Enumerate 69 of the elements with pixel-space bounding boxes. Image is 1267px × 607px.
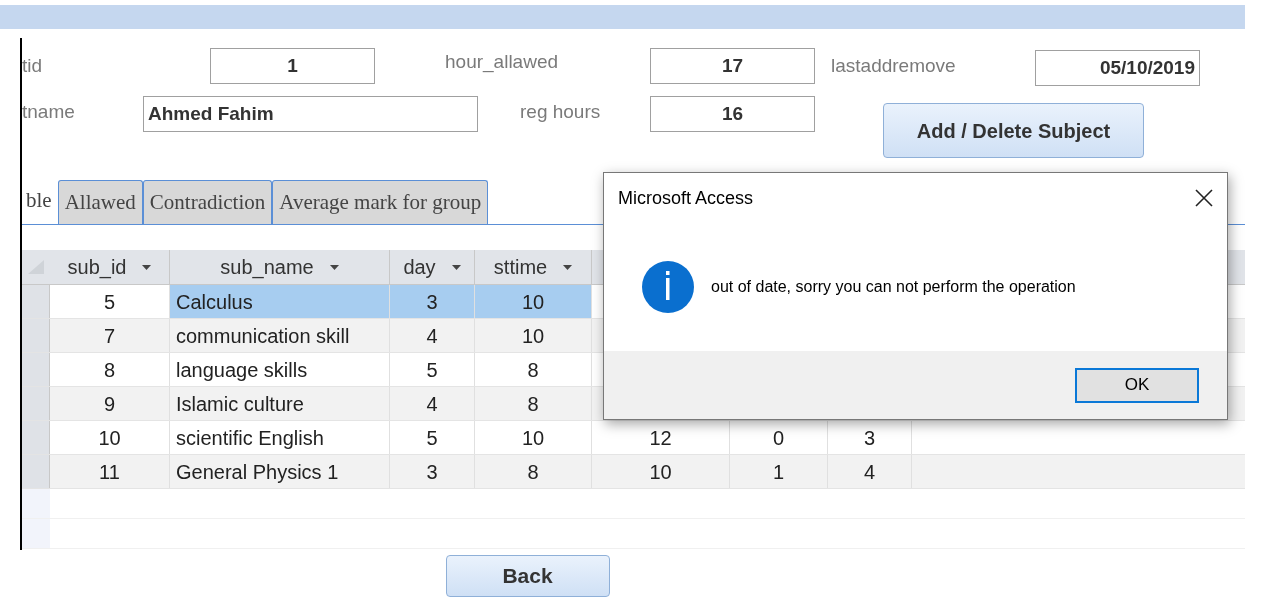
table-cell: 10 [475, 285, 592, 318]
text-field[interactable]: 17 [650, 48, 815, 84]
table-cell: communication skill [170, 319, 390, 352]
column-title: sub_id [67, 255, 127, 281]
table-cell: General Physics 1 [170, 455, 390, 488]
column-title: day [403, 255, 436, 280]
field-label: tname [22, 100, 76, 124]
dropdown-arrow-icon[interactable] [142, 264, 152, 270]
table-cell: 5 [390, 421, 475, 454]
table-cell: language skills [170, 353, 390, 386]
text-field[interactable]: 1 [210, 48, 375, 84]
table-cell: Calculus [170, 285, 390, 318]
table-cell: 11 [50, 455, 170, 488]
column-header[interactable]: sttime [475, 250, 592, 284]
table-cell: scientific English [170, 421, 390, 454]
column-title: sttime [493, 255, 548, 280]
row-selector[interactable] [22, 319, 50, 352]
row-selector[interactable] [22, 421, 50, 454]
table-cell: 3 [828, 421, 912, 454]
row-selector[interactable] [22, 489, 50, 518]
text-field[interactable]: Ahmed Fahim [143, 96, 478, 132]
dropdown-arrow-icon[interactable] [451, 264, 461, 270]
column-title: sub_name [220, 255, 314, 281]
add-delete-subject-button[interactable]: Add / Delete Subject [883, 103, 1144, 158]
table-cell: 1 [730, 455, 828, 488]
text-field[interactable]: 05/10/2019 [1035, 50, 1200, 86]
tab[interactable]: Allawed [57, 180, 143, 224]
table-cell: 8 [475, 353, 592, 386]
table-cell: 10 [475, 421, 592, 454]
column-header[interactable]: sub_id [50, 250, 170, 284]
table-cell: 8 [475, 455, 592, 488]
field-label: reg hours [520, 100, 602, 124]
table-cell: 7 [50, 319, 170, 352]
ok-button[interactable]: OK [1075, 367, 1199, 403]
row-selector[interactable] [22, 285, 50, 318]
row-selector[interactable] [22, 353, 50, 386]
table-cell: 3 [390, 285, 475, 318]
tab[interactable]: Contradiction [142, 180, 273, 224]
field-label: lastaddremove [831, 54, 957, 78]
table-cell: 5 [390, 353, 475, 386]
tab[interactable]: Average mark for group [272, 180, 489, 224]
table-cell: 10 [475, 319, 592, 352]
info-icon [642, 261, 694, 313]
row-selector[interactable] [22, 455, 50, 488]
row-selector[interactable] [22, 387, 50, 420]
table-cell: 0 [730, 421, 828, 454]
table-cell: 12 [592, 421, 730, 454]
column-header[interactable]: sub_name [170, 250, 390, 284]
table-cell: 9 [50, 387, 170, 420]
close-icon[interactable] [1195, 189, 1213, 207]
dialog-title: Microsoft Access [618, 186, 754, 210]
text-field[interactable]: 16 [650, 96, 815, 132]
table-cell: 8 [50, 353, 170, 386]
column-header[interactable]: day [390, 250, 475, 284]
table-cell: 8 [475, 387, 592, 420]
table-cell: Islamic culture [170, 387, 390, 420]
dropdown-arrow-icon[interactable] [329, 264, 339, 270]
dropdown-arrow-icon[interactable] [563, 264, 573, 270]
table-cell: 10 [592, 455, 730, 488]
table-cell: 4 [390, 319, 475, 352]
table-cell: 3 [390, 455, 475, 488]
table-cell: 4 [390, 387, 475, 420]
row-selector[interactable] [22, 519, 50, 548]
field-label: tid [22, 54, 44, 78]
table-cell: 4 [828, 455, 912, 488]
table-cell: 10 [50, 421, 170, 454]
back-button[interactable]: Back [445, 555, 610, 597]
field-label: hour_allawed [445, 50, 560, 75]
dialog-message: out of date, sorry you can not perform the operation [711, 277, 1076, 297]
